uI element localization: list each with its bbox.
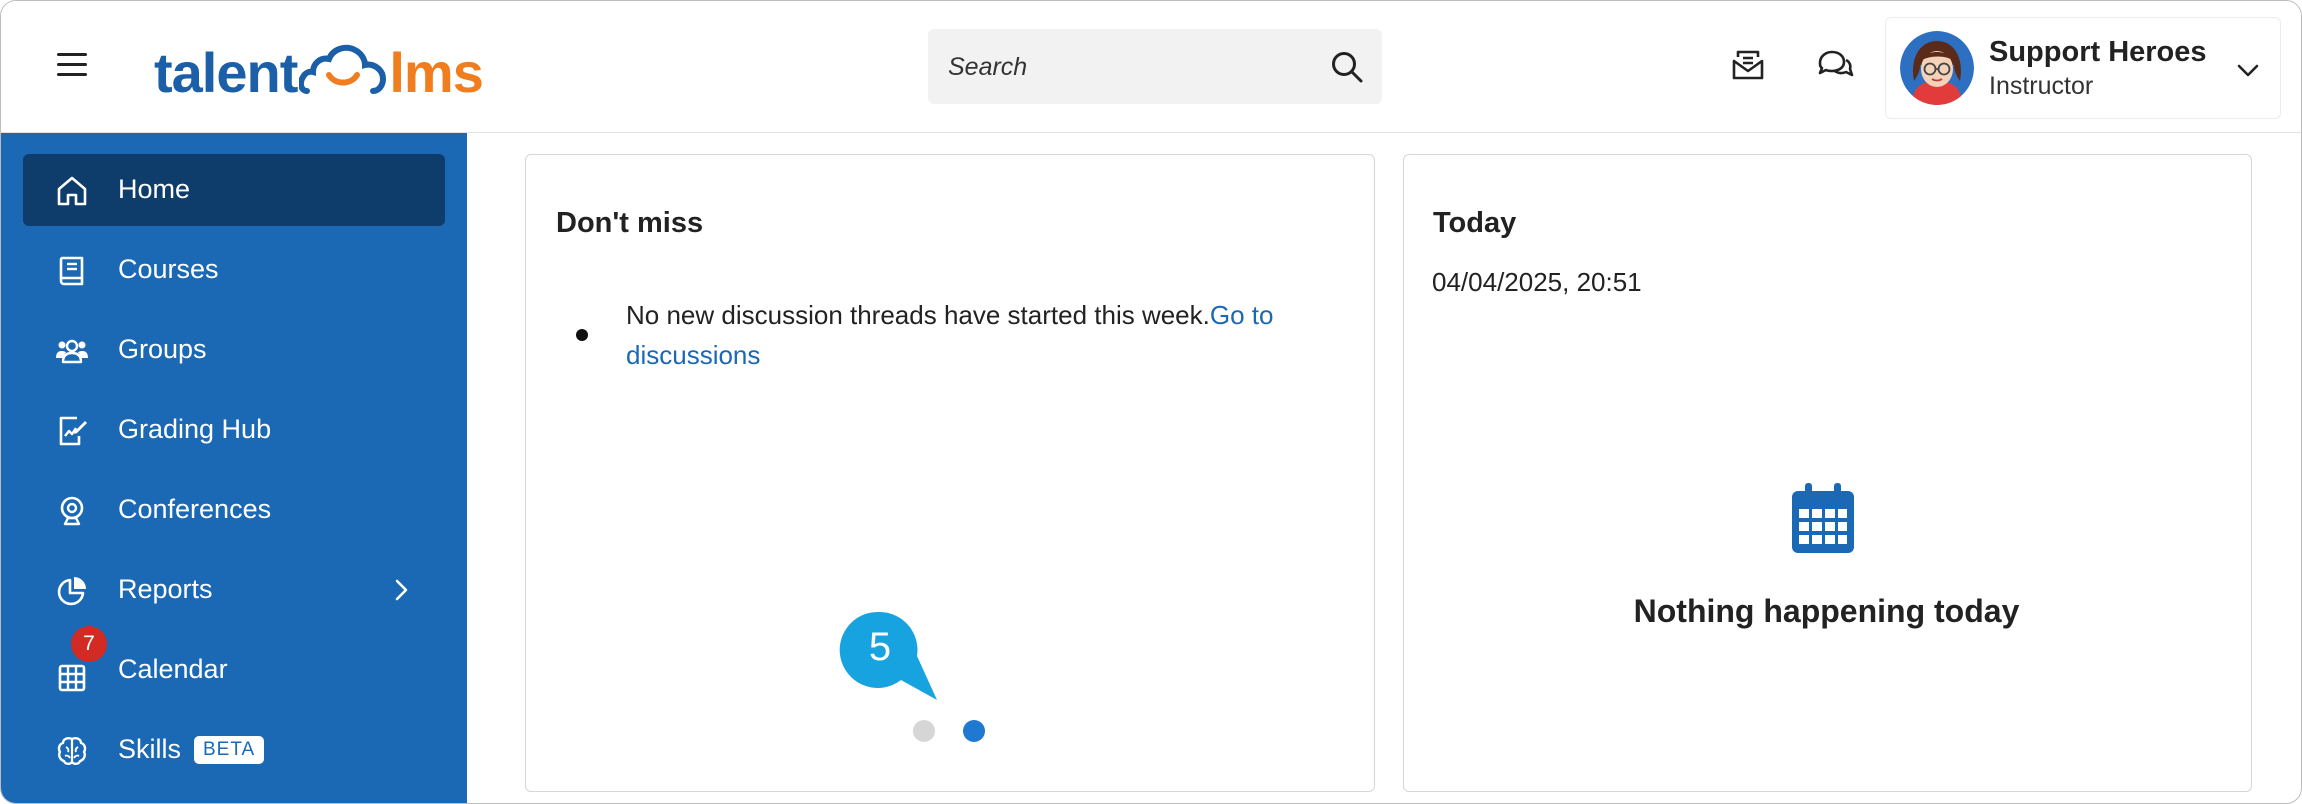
sidebar-item-conferences[interactable]: Conferences (23, 474, 445, 546)
message-text: No new discussion threads have started t… (626, 300, 1210, 330)
user-role: Instructor (1989, 72, 2094, 100)
sidebar-item-skills[interactable]: Skills BETA (23, 714, 445, 786)
bullet (576, 329, 588, 341)
empty-state-text: Nothing happening today (1633, 593, 2020, 629)
calendar-grid-icon (58, 664, 86, 692)
cloud-smile-icon (299, 44, 387, 94)
card-title: Don't miss (556, 207, 704, 239)
discussion-message: No new discussion threads have started t… (626, 295, 1356, 375)
sidebar-item-label: Conferences (118, 494, 272, 524)
user-name: Support Heroes (1989, 36, 2207, 68)
search-icon[interactable] (1330, 50, 1364, 84)
users-icon (56, 339, 88, 364)
today-datetime: 04/04/2025, 20:51 (1432, 267, 1642, 297)
sidebar-item-reports[interactable]: Reports (23, 554, 445, 626)
sidebar-item-label: Groups (118, 334, 207, 364)
grading-icon (59, 416, 87, 446)
app-window: talent lms Search Support Heroes Instruc… (0, 0, 2302, 804)
sidebar-item-home[interactable]: Home (23, 154, 445, 226)
card-title: Today (1433, 207, 1517, 239)
today-card: Today 04/04/2025, 20:51 Nothing happenin… (1403, 154, 2252, 792)
sidebar: Home Courses Groups Grading Hub Conferen… (1, 133, 467, 803)
talentlms-logo[interactable]: talent lms (154, 31, 484, 104)
sidebar-item-label: Courses (118, 254, 219, 284)
brain-icon (57, 737, 87, 765)
search-input[interactable] (946, 29, 1320, 106)
chat-icon[interactable] (1816, 47, 1854, 83)
carousel-dot-2[interactable] (963, 720, 985, 742)
pie-chart-icon (57, 577, 86, 606)
calendar-icon (1792, 483, 1854, 553)
sidebar-item-courses[interactable]: Courses (23, 234, 445, 306)
logo-text-talent: talent (154, 41, 298, 104)
search-box (928, 29, 1382, 106)
step-marker-number: 5 (868, 625, 892, 669)
inbox-icon[interactable] (1730, 47, 1766, 83)
notification-badge: 7 (71, 626, 107, 662)
avatar (1900, 31, 1974, 105)
sidebar-item-label: Home (118, 174, 191, 204)
beta-tag: BETA (194, 736, 265, 764)
carousel-dot-1[interactable] (913, 720, 935, 742)
book-icon (59, 256, 84, 286)
sidebar-item-grading-hub[interactable]: Grading Hub (23, 394, 445, 466)
webcam-icon (60, 496, 84, 526)
sidebar-item-label: Grading Hub (118, 414, 272, 444)
home-icon (57, 176, 87, 206)
sidebar-item-label: Skills (118, 734, 182, 764)
chevron-down-icon[interactable] (2236, 58, 2260, 82)
menu-icon[interactable] (57, 53, 87, 77)
sidebar-item-label: Calendar (118, 654, 228, 684)
chevron-right-icon[interactable] (389, 578, 413, 602)
sidebar-item-groups[interactable]: Groups (23, 314, 445, 386)
top-header: talent lms Search Support Heroes Instruc… (1, 1, 2301, 133)
user-menu[interactable]: Support Heroes Instructor (1885, 17, 2281, 119)
dont-miss-card: Don't miss No new discussion threads hav… (525, 154, 1375, 792)
sidebar-item-calendar[interactable]: 7 Calendar (23, 626, 445, 706)
logo-text-lms: lms (389, 41, 483, 104)
sidebar-item-label: Reports (118, 574, 213, 604)
